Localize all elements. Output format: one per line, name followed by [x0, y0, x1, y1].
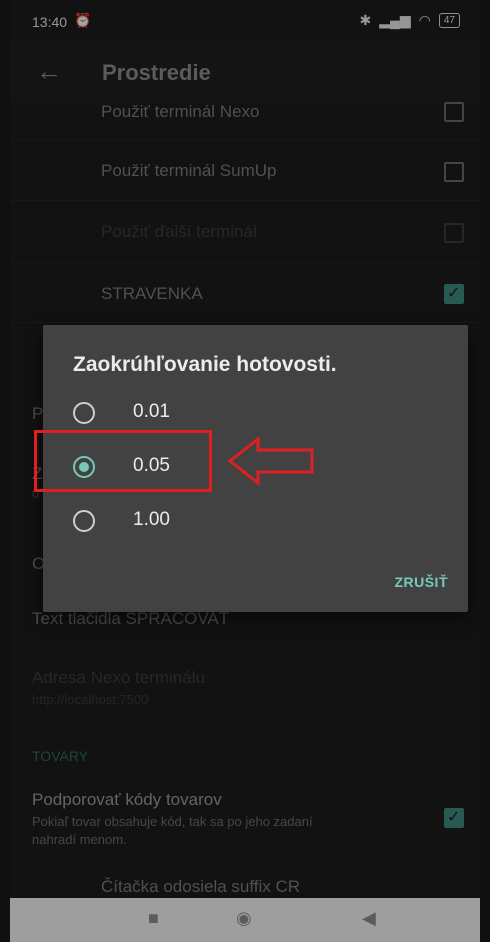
back-icon[interactable]: ◀ [362, 908, 376, 929]
radio-unselected-icon[interactable] [73, 402, 95, 424]
cancel-button[interactable]: ZRUŠIŤ [394, 574, 448, 590]
option-label: 0.01 [133, 401, 170, 422]
phone-screen: 13:40 ⏰ ✱ ▂▄▆ ◠ 47 ← Prostredie Použiť t… [10, 0, 480, 942]
annotation-arrow-icon [228, 436, 314, 486]
recents-icon[interactable]: ■ [148, 908, 159, 929]
option-0-01[interactable]: 0.01 [73, 393, 393, 433]
option-label: 1.00 [133, 509, 170, 530]
option-1-00[interactable]: 1.00 [73, 501, 393, 541]
annotation-highlight-box [34, 430, 212, 492]
home-icon[interactable]: ◉ [236, 908, 252, 929]
system-nav-bar: ■ ◉ ◀ [10, 898, 480, 942]
radio-unselected-icon[interactable] [73, 510, 95, 532]
dialog-title: Zaokrúhľovanie hotovosti. [73, 353, 337, 376]
